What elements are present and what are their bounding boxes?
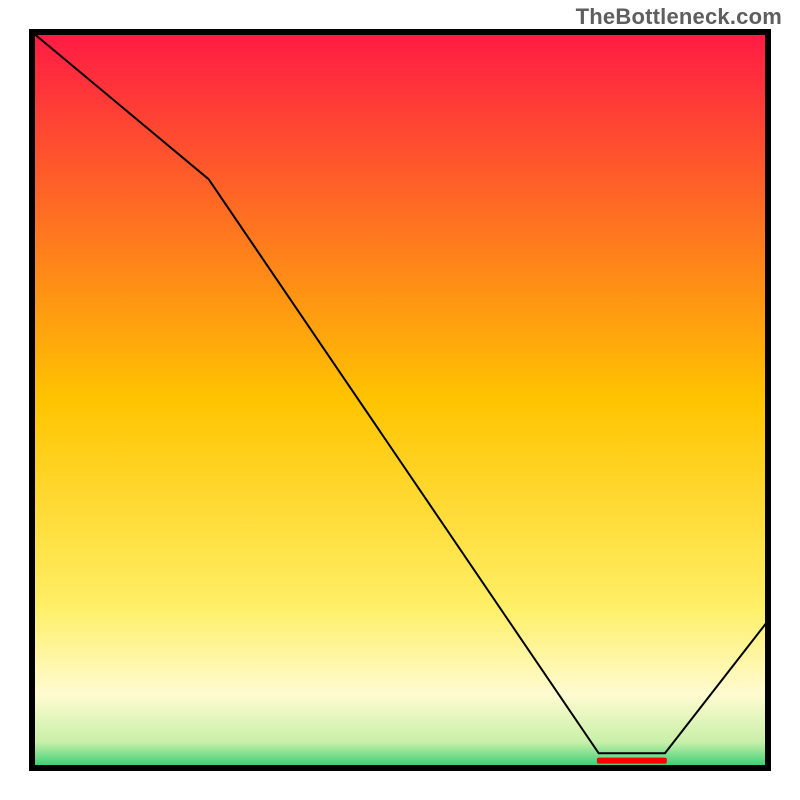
chart-container: TheBottleneck.com [0, 0, 800, 800]
plot-background [32, 32, 768, 768]
bottleneck-chart [0, 0, 800, 800]
optimal-marker [597, 758, 667, 764]
